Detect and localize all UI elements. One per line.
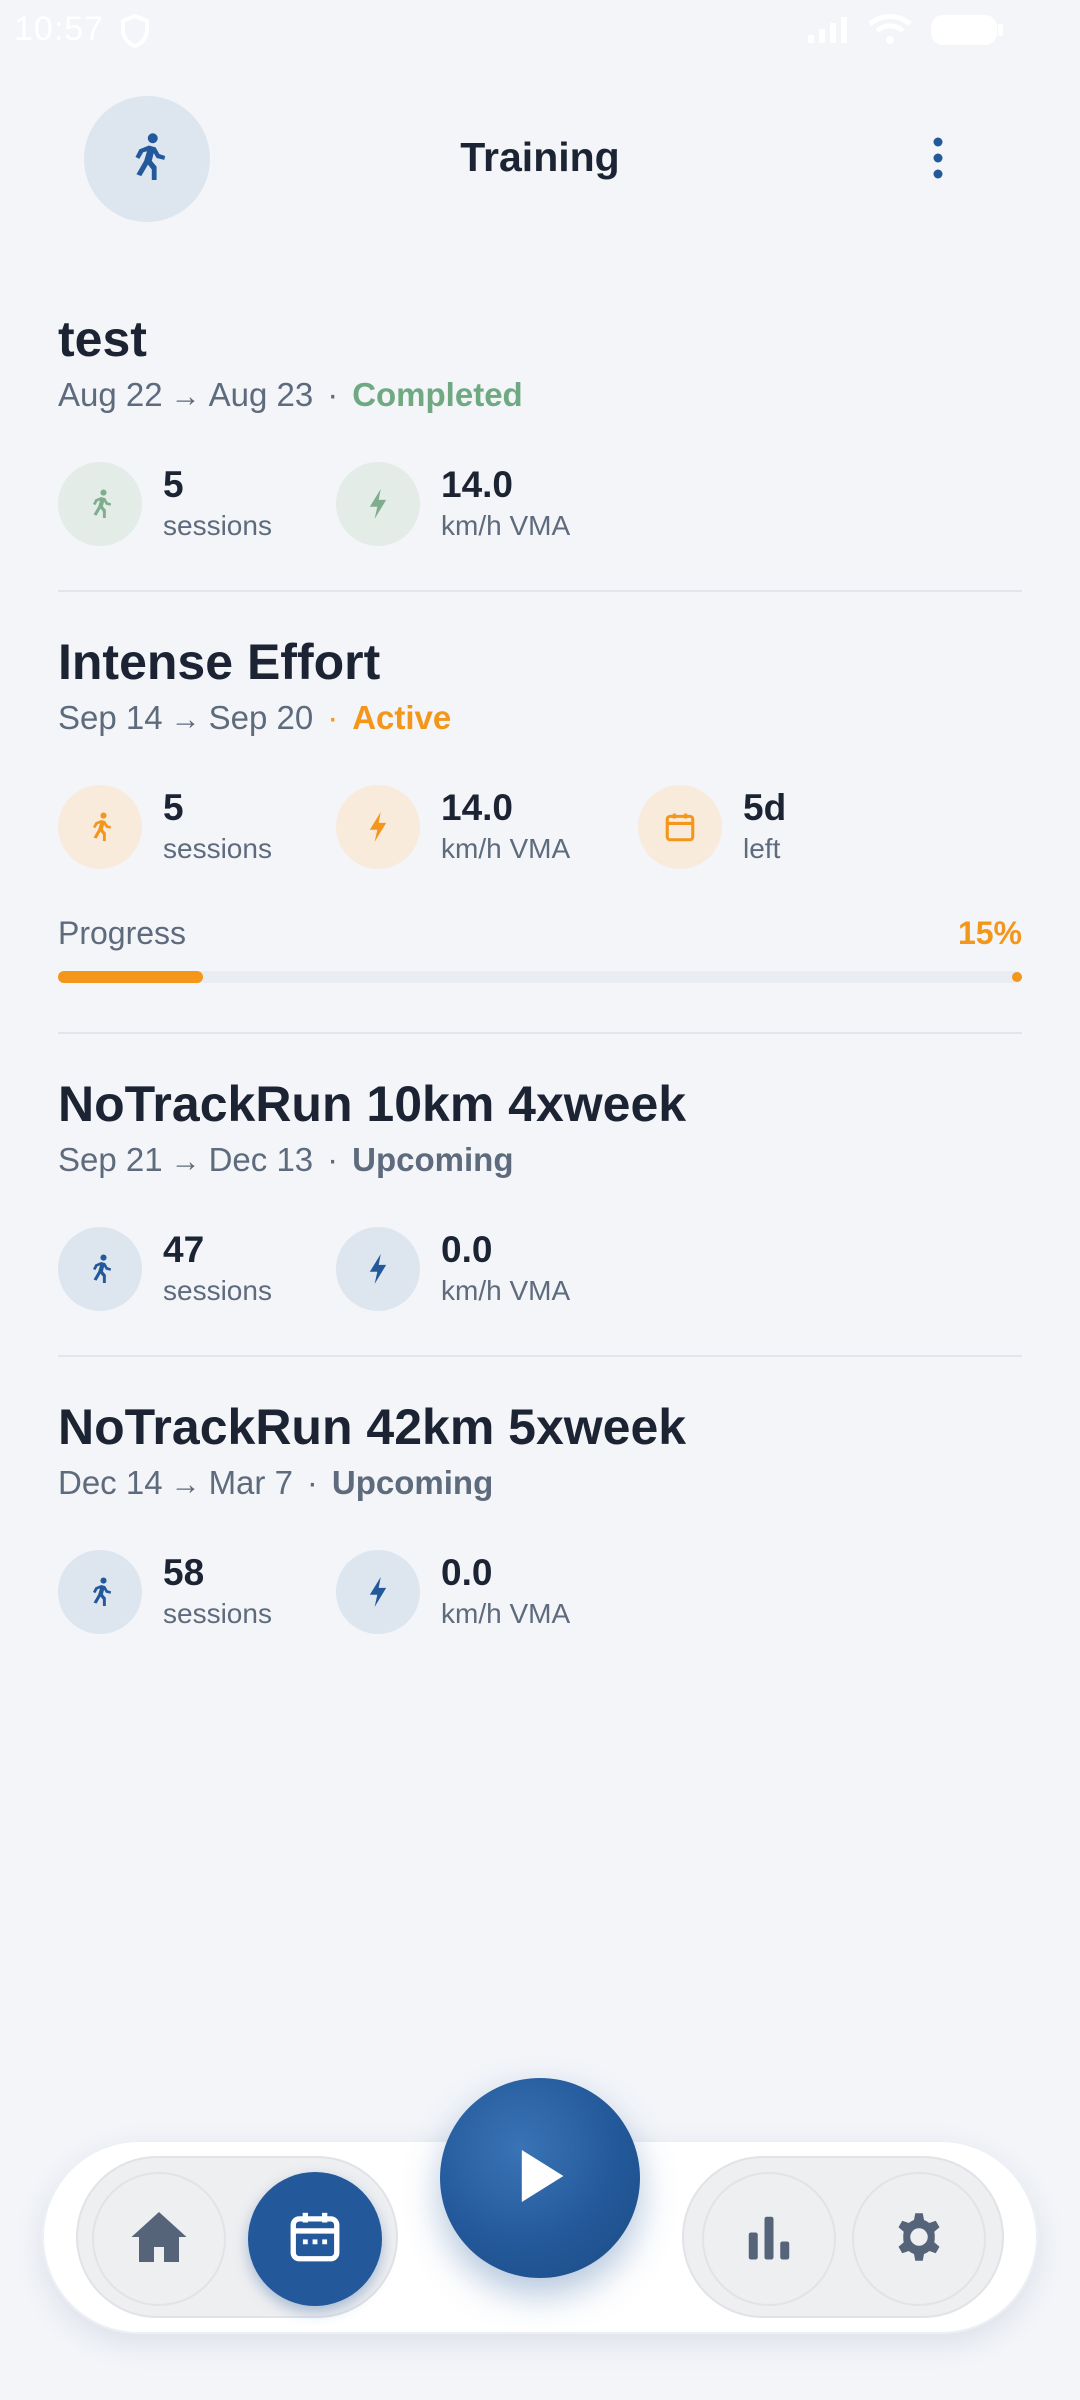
plan-status: Active xyxy=(352,699,452,736)
plan-end-date: Aug 23 xyxy=(208,376,314,413)
progress-bar xyxy=(58,971,1022,983)
stat-value: 5 xyxy=(163,464,184,505)
bolt-icon xyxy=(336,462,420,546)
bolt-icon xyxy=(336,785,420,869)
bar-chart-icon xyxy=(742,2212,796,2267)
calendar-icon xyxy=(638,785,722,869)
shield-icon xyxy=(120,13,150,53)
play-icon xyxy=(514,2147,566,2210)
dot-separator: · xyxy=(306,1464,318,1501)
plan-card[interactable]: test Aug 22 → Aug 23 · Completed 5 sessions … xyxy=(58,310,1022,560)
stat-value: 5 xyxy=(163,787,184,828)
training-screen: 10:57 Training test Aug 22 → Aug 23 · Co… xyxy=(0,0,1080,2400)
arrow-separator: → xyxy=(170,1468,201,1501)
divider xyxy=(58,1032,1022,1034)
stat-label: sessions xyxy=(163,1598,272,1629)
plan-card[interactable]: NoTrackRun 42km 5xweek Dec 14 → Mar 7 · Upco… xyxy=(58,1398,1022,1648)
stat-label: km/h VMA xyxy=(441,510,571,541)
bolt-icon xyxy=(336,1227,420,1311)
stat-value: 0.0 xyxy=(441,1552,493,1593)
plan-title: NoTrackRun 42km 5xweek xyxy=(58,1399,687,1455)
wifi-icon xyxy=(868,14,912,51)
runner-icon xyxy=(58,1550,142,1634)
progress-fill xyxy=(58,971,203,983)
start-workout-button[interactable] xyxy=(440,2078,640,2278)
status-icons xyxy=(806,14,1004,51)
stat-label: sessions xyxy=(163,1275,272,1306)
progress-end-marker xyxy=(1012,972,1022,982)
stat-label: sessions xyxy=(163,510,272,541)
stat-value: 14.0 xyxy=(441,787,514,828)
more-vertical-icon[interactable] xyxy=(920,134,956,186)
plan-status: Upcoming xyxy=(331,1464,494,1501)
progress-percent: 15% xyxy=(957,915,1022,951)
plan-dates: Sep 14 → Sep 20 · Active xyxy=(58,699,451,737)
plan-end-date: Sep 20 xyxy=(208,699,314,736)
nav-stats-button[interactable] xyxy=(702,2172,836,2306)
status-bar: 10:57 xyxy=(0,0,1080,60)
dot-separator: · xyxy=(327,376,339,413)
app-header: Training xyxy=(0,90,1080,230)
progress-section: Progress 15% xyxy=(58,915,1022,995)
battery-icon xyxy=(930,14,1004,51)
plan-dates: Sep 21 → Dec 13 · Upcoming xyxy=(58,1141,513,1179)
nav-group-right xyxy=(682,2156,1004,2318)
stat-label: left xyxy=(743,833,781,864)
plan-stats: 5 sessions 14.0 km/h VMA 5d left xyxy=(58,781,1022,871)
runner-icon xyxy=(58,1227,142,1311)
stat-label: km/h VMA xyxy=(441,833,571,864)
plan-status: Completed xyxy=(352,376,523,413)
plan-end-date: Mar 7 xyxy=(208,1464,293,1501)
runner-icon xyxy=(58,785,142,869)
stat-label: sessions xyxy=(163,833,272,864)
home-icon xyxy=(129,2209,189,2270)
plan-title: NoTrackRun 10km 4xweek xyxy=(58,1076,687,1132)
plan-status: Upcoming xyxy=(352,1141,514,1178)
plan-title: test xyxy=(58,311,147,367)
settings-icon xyxy=(889,2207,949,2272)
calendar-icon xyxy=(286,2208,344,2271)
plan-card[interactable]: Intense Effort Sep 14 → Sep 20 · Active 5 se… xyxy=(58,633,1022,1003)
plan-card[interactable]: NoTrackRun 10km 4xweek Sep 21 → Dec 13 · Upc… xyxy=(58,1075,1022,1325)
stat-value: 14.0 xyxy=(441,464,514,505)
dot-separator: · xyxy=(327,1141,339,1178)
plan-start-date: Sep 14 xyxy=(58,699,163,736)
stat-value: 47 xyxy=(163,1229,205,1270)
plan-dates: Dec 14 → Mar 7 · Upcoming xyxy=(58,1464,493,1502)
runner-icon xyxy=(58,462,142,546)
stat-label: km/h VMA xyxy=(441,1275,571,1306)
stat-value: 5d xyxy=(743,787,787,828)
divider xyxy=(58,1355,1022,1357)
bolt-icon xyxy=(336,1550,420,1634)
plan-stats: 47 sessions 0.0 km/h VMA xyxy=(58,1223,1022,1313)
plan-start-date: Sep 21 xyxy=(58,1141,163,1178)
plan-dates: Aug 22 → Aug 23 · Completed xyxy=(58,376,523,414)
status-time: 10:57 xyxy=(14,10,105,48)
dot-separator: · xyxy=(327,699,339,736)
arrow-separator: → xyxy=(170,1145,201,1178)
nav-calendar-button[interactable] xyxy=(248,2172,382,2306)
arrow-separator: → xyxy=(170,380,201,413)
progress-label: Progress xyxy=(58,915,187,951)
divider xyxy=(58,590,1022,592)
plan-title: Intense Effort xyxy=(58,634,381,690)
nav-group-left xyxy=(76,2156,398,2318)
nav-settings-button[interactable] xyxy=(852,2172,986,2306)
signal-icon xyxy=(806,15,850,50)
arrow-separator: → xyxy=(170,703,201,736)
plan-stats: 58 sessions 0.0 km/h VMA xyxy=(58,1546,1022,1636)
stat-value: 0.0 xyxy=(441,1229,493,1270)
nav-home-button[interactable] xyxy=(92,2172,226,2306)
stat-label: km/h VMA xyxy=(441,1598,571,1629)
plan-start-date: Aug 22 xyxy=(58,376,163,413)
plan-start-date: Dec 14 xyxy=(58,1464,163,1501)
page-title: Training xyxy=(460,134,620,180)
plan-end-date: Dec 13 xyxy=(208,1141,314,1178)
plan-stats: 5 sessions 14.0 km/h VMA xyxy=(58,458,1022,548)
stat-value: 58 xyxy=(163,1552,205,1593)
